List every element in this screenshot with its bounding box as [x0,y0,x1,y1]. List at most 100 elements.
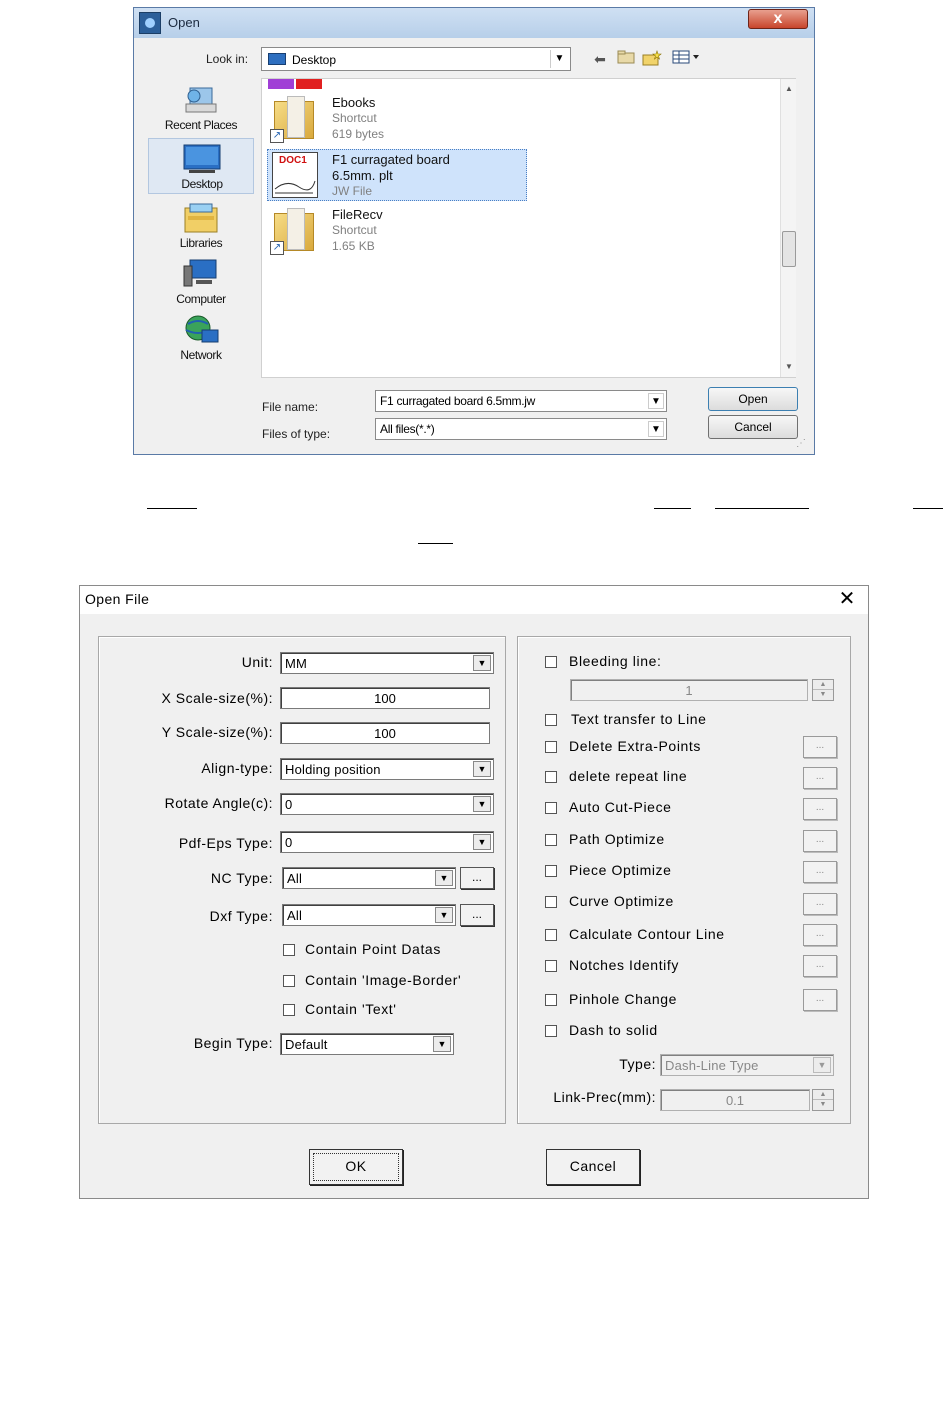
contain-image-border-checkbox[interactable] [283,975,295,987]
place-desktop[interactable]: Desktop [148,138,254,194]
path-optimize-checkbox[interactable] [545,834,557,846]
x-scale-input[interactable]: 100 [280,687,490,709]
path-optimize-options-button[interactable]: ... [803,830,837,852]
place-computer[interactable]: Computer [148,254,254,310]
close-button[interactable]: x [748,9,808,29]
file-name: FileRecv [332,207,383,222]
calc-contour-options-button[interactable]: ... [803,924,837,946]
dxf-type-value: All [287,908,303,923]
chevron-down-icon[interactable]: ▼ [435,870,453,886]
file-type: Shortcut [332,223,377,237]
spin-down-icon[interactable]: ▼ [813,1100,833,1110]
curve-optimize-checkbox[interactable] [545,896,557,908]
chevron-down-icon[interactable]: ▼ [435,907,453,923]
files-of-type-select[interactable]: All files(*.*) ▼ [375,418,667,440]
notches-identify-label: Notches Identify [569,957,679,973]
file-item-filerecv[interactable]: ↗ FileRecv Shortcut 1.65 KB [268,205,528,257]
file-item-f1-board[interactable]: DOC1 F1 curragated board 6.5mm. plt JW F… [267,149,527,201]
view-menu-icon[interactable] [670,50,704,68]
chevron-down-icon[interactable]: ▼ [433,1036,451,1052]
import-options-group: Unit: MM ▼ X Scale-size(%): 100 Y Scale-… [98,636,506,1124]
cancel-button[interactable]: Cancel [708,415,798,439]
y-scale-input[interactable]: 100 [280,722,490,744]
notches-identify-options-button[interactable]: ... [803,955,837,977]
cancel-button[interactable]: Cancel [546,1149,640,1185]
place-libraries[interactable]: Libraries [148,198,254,254]
nc-type-options-button[interactable]: ... [460,867,494,889]
open-dialog: Open x Look in: Desktop ▼ ⬅ Recent Place… [133,7,815,455]
chevron-down-icon[interactable]: ▼ [648,421,664,437]
nc-type-value: All [287,871,303,886]
nc-type-select[interactable]: All ▼ [282,867,456,889]
open-dialog-titlebar[interactable]: Open x [134,8,814,38]
bleeding-spinner[interactable]: ▲ ▼ [812,679,834,701]
unit-select[interactable]: MM ▼ [280,652,494,674]
file-name-input[interactable]: F1 curragated board 6.5mm.jw ▼ [375,390,667,412]
file-list[interactable]: ↗ Ebooks Shortcut 619 bytes DOC1 F1 curr… [261,78,796,378]
auto-cut-piece-options-button[interactable]: ... [803,798,837,820]
look-in-combo[interactable]: Desktop ▼ [261,47,571,71]
dash-to-solid-checkbox[interactable] [545,1025,557,1037]
chevron-down-icon[interactable]: ▼ [473,655,491,671]
align-type-select[interactable]: Holding position ▼ [280,758,494,780]
spin-up-icon[interactable]: ▲ [813,680,833,690]
open-button[interactable]: Open [708,387,798,411]
chevron-down-icon[interactable]: ▼ [813,1057,831,1073]
file-name-label: File name: [262,400,319,414]
pinhole-change-checkbox[interactable] [545,994,557,1006]
place-label: Computer [176,292,226,306]
dxf-type-select[interactable]: All ▼ [282,904,456,926]
scroll-down-icon[interactable]: ▼ [783,361,795,373]
contain-text-checkbox[interactable] [283,1004,295,1016]
new-folder-icon[interactable] [642,50,662,68]
spin-up-icon[interactable]: ▲ [813,1090,833,1100]
link-prec-spinner[interactable]: ▲ ▼ [812,1089,834,1111]
scroll-up-icon[interactable]: ▲ [783,83,795,95]
processing-options-group: Bleeding line: 1 ▲ ▼ Text transfer to Li… [517,636,851,1124]
dxf-type-options-button[interactable]: ... [460,904,494,926]
text-to-line-checkbox[interactable] [545,714,557,726]
files-of-type-value: All files(*.*) [380,422,435,436]
pinhole-change-options-button[interactable]: ... [803,989,837,1011]
delete-repeat-line-checkbox[interactable] [545,771,557,783]
rotate-angle-select[interactable]: 0 ▼ [280,793,494,815]
contain-point-datas-checkbox[interactable] [283,944,295,956]
bleeding-value: 1 [685,683,693,698]
link-prec-input[interactable]: 0.1 [660,1089,810,1111]
calc-contour-checkbox[interactable] [545,929,557,941]
delete-extra-points-options-button[interactable]: ... [803,736,837,758]
back-icon[interactable]: ⬅ [590,50,610,68]
up-folder-icon[interactable] [616,50,636,68]
notches-identify-checkbox[interactable] [545,960,557,972]
contain-point-datas-label: Contain Point Datas [305,941,441,957]
place-recent-places[interactable]: Recent Places [148,80,254,136]
place-label: Desktop [181,177,223,191]
scroll-thumb[interactable] [782,231,796,267]
chevron-down-icon[interactable]: ▼ [550,50,568,68]
bleeding-value-input[interactable]: 1 [570,679,808,701]
piece-optimize-options-button[interactable]: ... [803,861,837,883]
begin-type-select[interactable]: Default ▼ [280,1033,454,1055]
ok-button[interactable]: OK [309,1149,403,1185]
place-network[interactable]: Network [148,310,254,366]
chevron-down-icon[interactable]: ▼ [473,834,491,850]
chevron-down-icon[interactable]: ▼ [473,796,491,812]
curve-optimize-options-button[interactable]: ... [803,893,837,915]
pdf-eps-type-select[interactable]: 0 ▼ [280,831,494,853]
delete-extra-points-label: Delete Extra-Points [569,738,702,754]
chevron-down-icon[interactable]: ▼ [648,393,664,409]
file-item-ebooks[interactable]: ↗ Ebooks Shortcut 619 bytes [268,93,528,145]
piece-optimize-checkbox[interactable] [545,865,557,877]
chevron-down-icon[interactable]: ▼ [473,761,491,777]
close-icon[interactable]: ✕ [836,588,858,610]
spin-down-icon[interactable]: ▼ [813,690,833,700]
auto-cut-piece-checkbox[interactable] [545,802,557,814]
delete-repeat-line-options-button[interactable]: ... [803,767,837,789]
dash-type-select[interactable]: Dash-Line Type ▼ [660,1054,834,1076]
separator-line [654,508,691,509]
bleeding-line-checkbox[interactable] [545,656,557,668]
delete-extra-points-checkbox[interactable] [545,741,557,753]
vertical-scrollbar[interactable]: ▲ ▼ [780,79,796,377]
resize-grip-icon[interactable]: ⋰ [796,438,810,452]
open-file-titlebar[interactable]: Open File ✕ [80,586,868,614]
